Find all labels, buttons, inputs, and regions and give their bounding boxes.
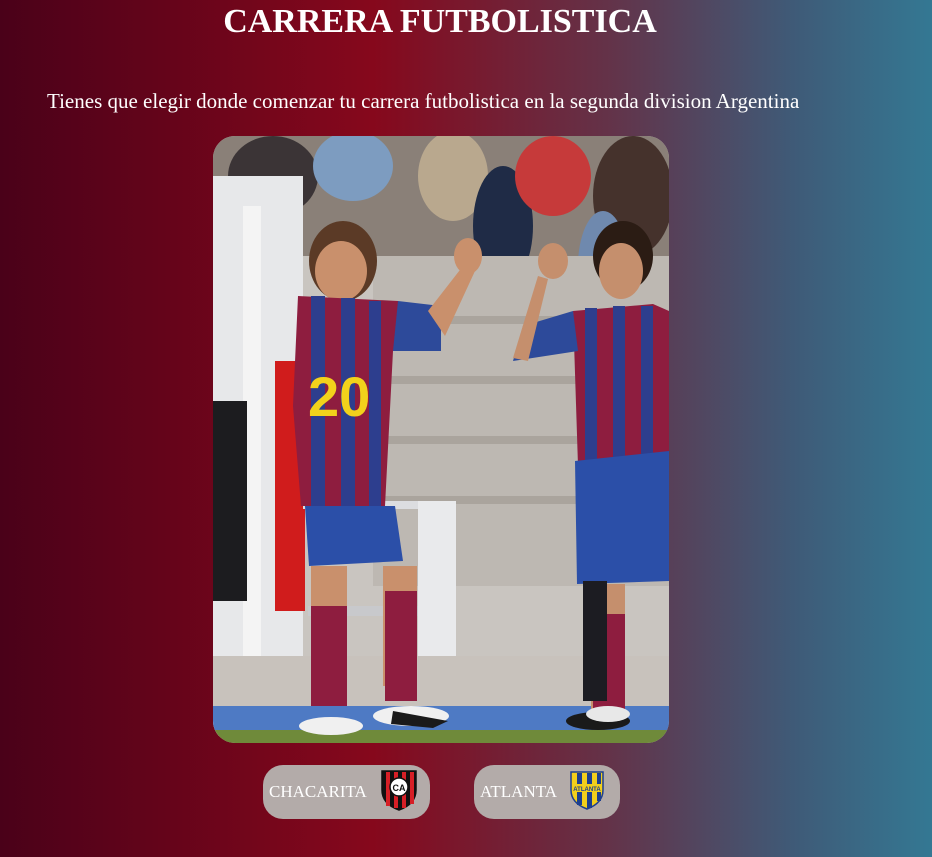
chacarita-button[interactable]: CHACARITA CA <box>263 765 430 819</box>
svg-text:CA: CA <box>392 783 405 793</box>
atlanta-label: ATLANTA <box>480 782 558 801</box>
page-subtitle: Tienes que elegir donde comenzar tu carr… <box>47 89 800 113</box>
atlanta-button[interactable]: ATLANTA ATLANTA <box>474 765 620 819</box>
svg-text:ATLANTA: ATLANTA <box>573 787 601 793</box>
football-players-photo: 20 <box>213 136 669 743</box>
page-title: CARRERA FUTBOLISTICA <box>223 3 657 40</box>
svg-text:20: 20 <box>308 365 370 428</box>
chacarita-crest-icon: CA <box>379 768 419 817</box>
chacarita-label: CHACARITA <box>269 782 367 801</box>
atlanta-crest-icon: ATLANTA <box>569 769 605 816</box>
